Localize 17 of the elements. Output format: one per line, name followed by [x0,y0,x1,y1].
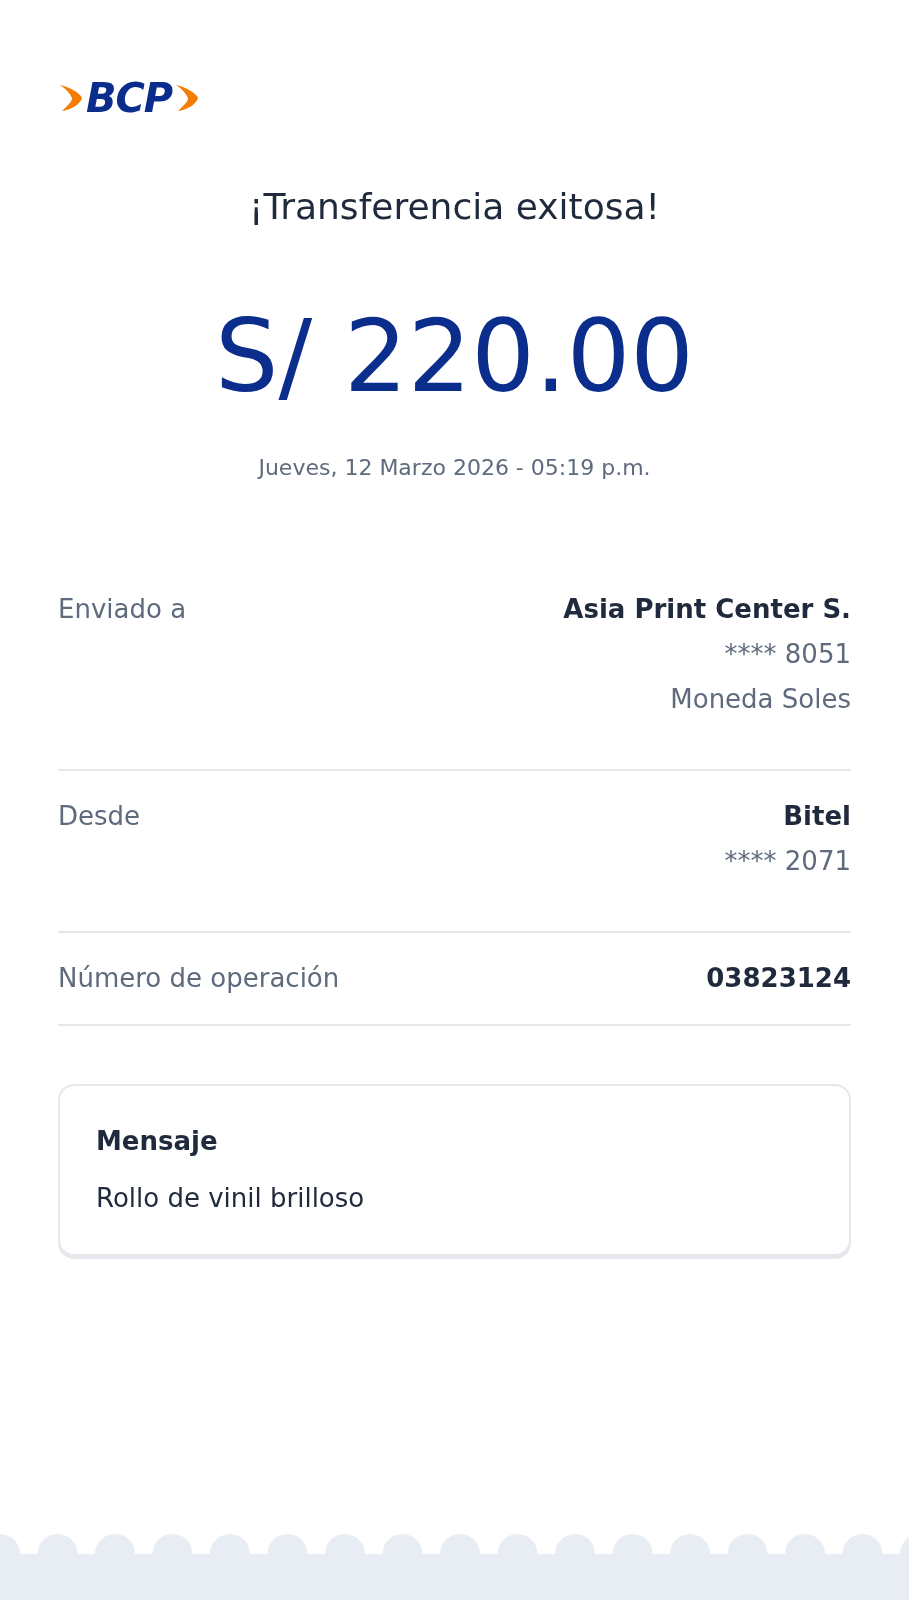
detail-label: Enviado a [58,593,187,626]
detail-label: Desde [58,800,141,833]
detail-label: Número de operación [58,962,340,995]
detail-value: 03823124 [706,962,851,995]
bcp-logo: BCP [86,78,173,118]
message-text: Rollo de vinil brilloso [96,1182,366,1215]
chevron-icon [174,83,201,113]
date-time: Jueves, 12 Marzo 2026 - 05:19 p.m. [256,454,652,482]
detail-value: Moneda Soles [670,683,851,716]
detail-value: **** 2071 [724,845,851,878]
amount: S/ 220.00 [214,307,695,407]
message-title: Mensaje [96,1125,219,1158]
detail-value: Bitel [783,800,851,833]
page-title: ¡Transferencia exitosa! [248,185,661,229]
detail-value: **** 8051 [724,638,851,671]
chevron-icon [58,83,84,113]
detail-value: Asia Print Center S. [563,593,851,626]
